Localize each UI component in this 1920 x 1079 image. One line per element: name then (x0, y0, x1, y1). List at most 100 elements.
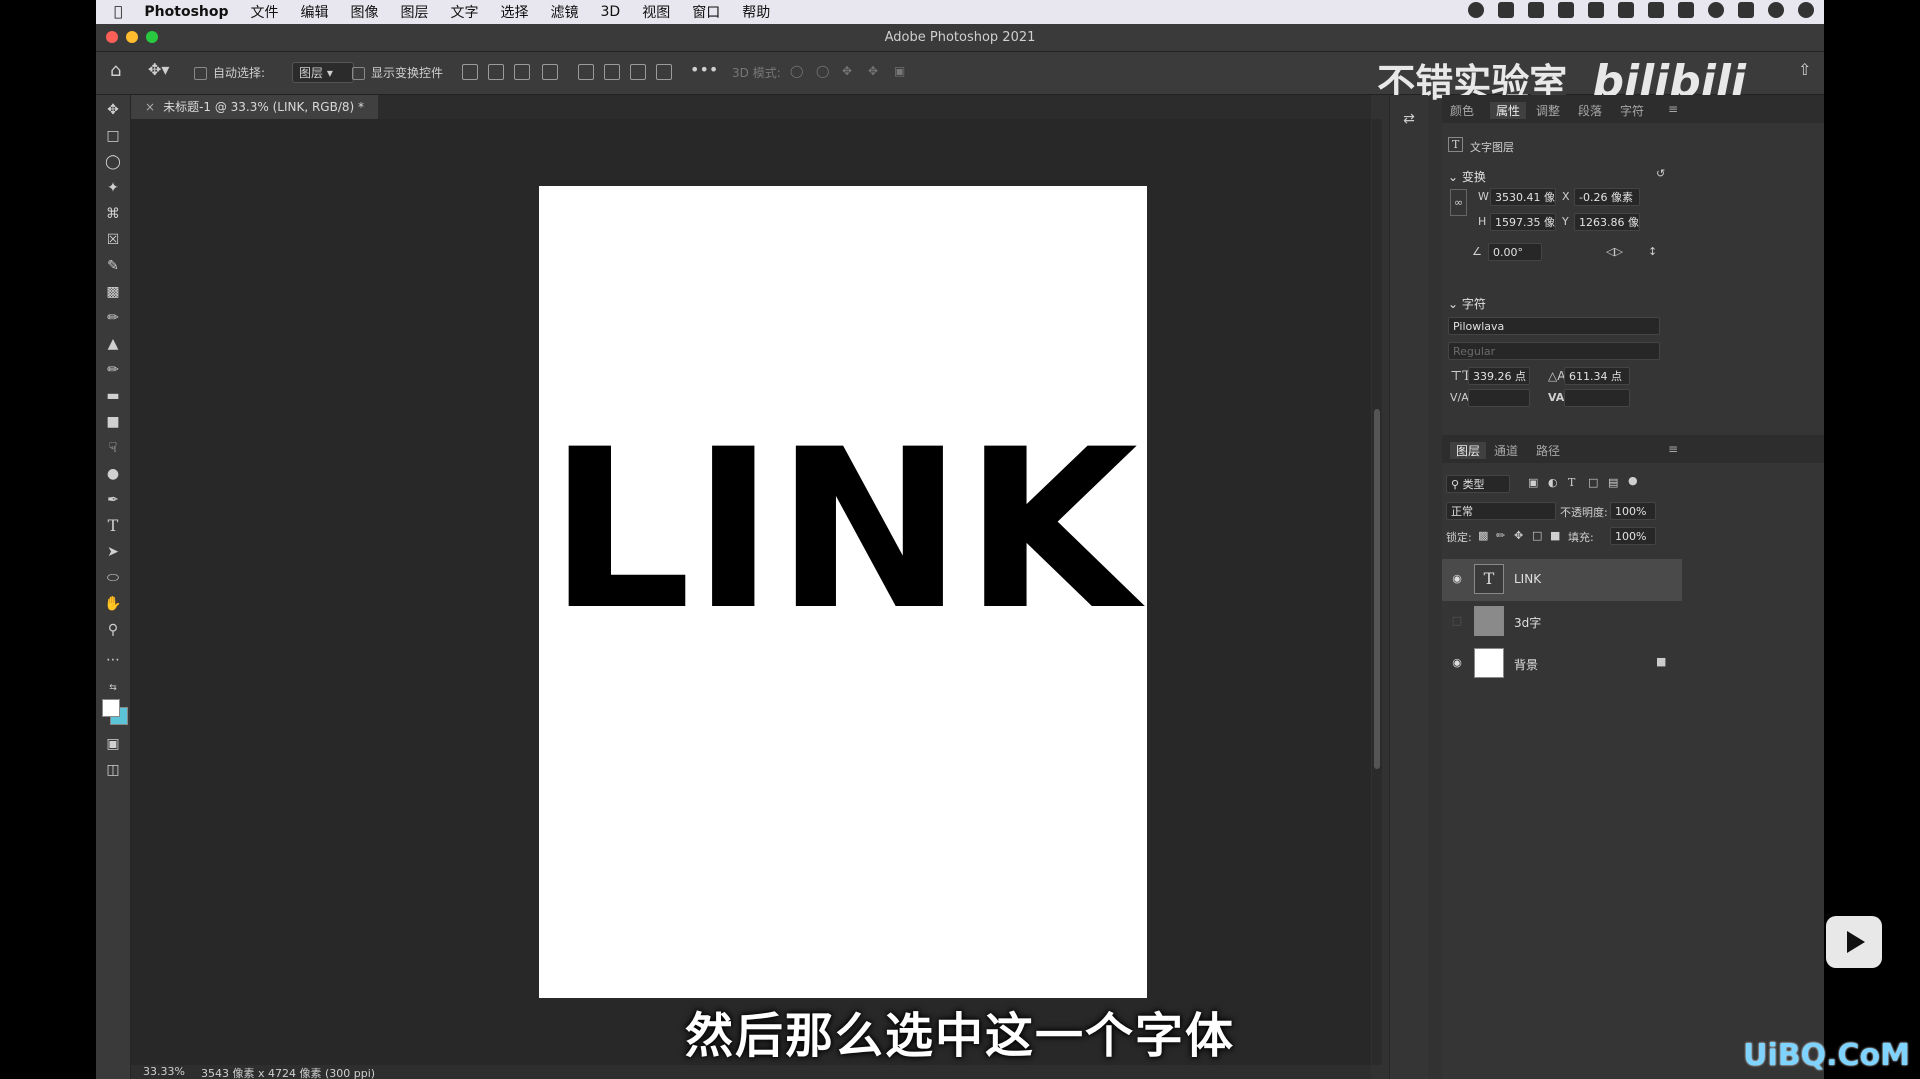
edit-toolbar-icon[interactable]: ⋯ (104, 651, 122, 669)
layer-filter-dropdown[interactable]: ⚲ 类型 (1446, 475, 1510, 493)
healing-brush-tool-icon[interactable]: ▩ (104, 283, 122, 301)
lock-transparent-icon[interactable]: ▩ (1478, 529, 1488, 542)
font-style-dropdown[interactable]: Regular (1448, 342, 1660, 360)
tab-paths[interactable]: 路径 (1536, 442, 1560, 459)
filter-toggle-icon[interactable]: ● (1628, 474, 1638, 487)
tab-layers[interactable]: 图层 (1450, 442, 1487, 459)
auto-select-checkbox[interactable]: 自动选择: (194, 64, 265, 81)
move-tool-icon[interactable]: ✥ (104, 101, 122, 119)
3d-slide-icon[interactable]: ✥ (868, 64, 878, 78)
3d-scale-icon[interactable]: ▣ (894, 64, 905, 78)
smudge-tool-icon[interactable]: ☟ (104, 439, 122, 457)
layer-row-link[interactable]: ◉ T LINK (1442, 559, 1682, 601)
hand-tool-icon[interactable]: ✋ (104, 595, 122, 613)
width-field[interactable]: 3530.41 像素 (1490, 188, 1556, 206)
brush-tool-icon[interactable]: ✏ (104, 309, 122, 327)
tab-character[interactable]: 字符 (1620, 102, 1644, 119)
menu-filter[interactable]: 滤镜 (551, 2, 579, 22)
tab-paragraph[interactable]: 段落 (1578, 102, 1602, 119)
bluetooth-icon[interactable] (1588, 2, 1604, 18)
stamp-tool-icon[interactable]: ▲ (104, 335, 122, 353)
menu-window[interactable]: 窗口 (692, 2, 720, 22)
lock-pixels-icon[interactable]: ✏ (1496, 529, 1505, 542)
home-icon[interactable]: ⌂ (110, 60, 121, 81)
distribute-vertical-icon[interactable] (656, 64, 672, 80)
layer-visibility-eye-icon[interactable]: ◉ (1450, 572, 1464, 586)
link-dimensions-icon[interactable]: ∞ (1450, 189, 1468, 216)
battery-icon[interactable] (1648, 2, 1664, 18)
3d-roll-icon[interactable]: ◯ (816, 64, 829, 78)
menu-edit[interactable]: 编辑 (301, 2, 329, 22)
align-bottom-icon[interactable] (630, 64, 646, 80)
leading-field[interactable]: 611.34 点 (1564, 367, 1630, 385)
filter-smart-object-icon[interactable]: ▤ (1608, 476, 1618, 489)
eraser-tool-icon[interactable]: ▬ (104, 387, 122, 405)
flip-horizontal-icon[interactable]: ◁▷ (1606, 245, 1623, 258)
filter-pixel-icon[interactable]: ▣ (1528, 476, 1538, 489)
menu-layer[interactable]: 图层 (401, 2, 429, 22)
font-size-field[interactable]: 339.26 点 (1468, 367, 1530, 385)
history-panel-icon[interactable]: ⇄ (1400, 111, 1418, 129)
spotlight-search-icon[interactable] (1708, 2, 1724, 18)
canvas-area[interactable]: LINK (131, 119, 1371, 1065)
layer-name[interactable]: 背景 (1514, 656, 1538, 673)
x-field[interactable]: -0.26 像素 (1574, 188, 1640, 206)
input-method-icon[interactable] (1618, 2, 1634, 18)
menu-type[interactable]: 文字 (451, 2, 479, 22)
menu-app-name[interactable]: Photoshop (144, 4, 228, 20)
layer-name[interactable]: 3d字 (1514, 614, 1541, 631)
magic-wand-tool-icon[interactable]: ✦ (104, 179, 122, 197)
tab-color[interactable]: 颜色 (1450, 102, 1474, 119)
transform-section-title[interactable]: ⌄ 变换 (1448, 168, 1486, 185)
panel-menu-icon[interactable]: ≡ (1668, 102, 1678, 116)
height-field[interactable]: 1597.35 像素 (1490, 213, 1556, 231)
fill-field[interactable]: 100% (1610, 527, 1656, 545)
menu-view[interactable]: 视图 (642, 2, 670, 22)
clock-icon[interactable] (1798, 2, 1814, 18)
3d-drag-icon[interactable]: ✥ (842, 64, 852, 78)
layer-row-3d[interactable]: □ 3d字 (1442, 601, 1682, 643)
3d-orbit-icon[interactable]: ◯ (790, 64, 803, 78)
tracking-field[interactable] (1468, 389, 1530, 407)
crop-tool-icon[interactable]: ⌘ (104, 205, 122, 223)
auto-select-dropdown[interactable]: 图层 ▾ (292, 62, 354, 83)
opacity-field[interactable]: 100% (1610, 502, 1656, 520)
menu-select[interactable]: 选择 (501, 2, 529, 22)
reset-transform-icon[interactable]: ↺ (1656, 167, 1665, 180)
zoom-level[interactable]: 33.33% (143, 1065, 185, 1078)
swap-colors-icon[interactable]: ⇆ (104, 679, 122, 697)
frame-tool-icon[interactable]: ☒ (104, 231, 122, 249)
control-center-icon[interactable] (1738, 2, 1754, 18)
tab-channels[interactable]: 通道 (1494, 442, 1518, 459)
eyedropper-tool-icon[interactable]: ✎ (104, 257, 122, 275)
move-tool-preset-icon[interactable]: ✥▾ (148, 60, 169, 79)
align-middle-icon[interactable] (604, 64, 620, 80)
scrollbar-thumb[interactable] (1374, 409, 1380, 769)
angle-field[interactable]: 0.00° (1488, 243, 1542, 261)
window-grid-icon[interactable] (1498, 2, 1514, 18)
history-brush-tool-icon[interactable]: ✏ (104, 361, 122, 379)
screen-mode-icon[interactable]: ◫ (104, 761, 122, 779)
menu-image[interactable]: 图像 (351, 2, 379, 22)
distribute-icon[interactable] (542, 64, 558, 80)
path-selection-tool-icon[interactable]: ➤ (104, 543, 122, 561)
document-info[interactable]: 3543 像素 x 4724 像素 (300 ppi) (201, 1065, 375, 1079)
siri-icon[interactable] (1768, 2, 1784, 18)
blend-mode-dropdown[interactable]: 正常 (1446, 502, 1556, 520)
layer-visibility-eye-icon[interactable]: ◉ (1450, 656, 1464, 670)
document-canvas[interactable]: LINK (539, 186, 1147, 998)
lock-all-icon[interactable]: ■ (1550, 529, 1560, 542)
more-options-icon[interactable]: ••• (690, 60, 718, 79)
pen-tool-icon[interactable]: ✒ (104, 491, 122, 509)
creative-cloud-icon[interactable] (1468, 2, 1484, 18)
zoom-tool-icon[interactable]: ⚲ (104, 621, 122, 639)
layer-visibility-eye-icon[interactable]: □ (1450, 614, 1464, 628)
menu-file[interactable]: 文件 (251, 2, 279, 22)
flip-vertical-icon[interactable]: ↕ (1648, 245, 1657, 258)
foreground-color-swatch[interactable] (102, 699, 120, 717)
ellipse-tool-icon[interactable]: ⬭ (104, 569, 122, 587)
show-transform-checkbox[interactable]: 显示变换控件 (352, 64, 443, 81)
bilibili-play-button[interactable] (1826, 916, 1882, 968)
marquee-tool-icon[interactable]: □ (104, 127, 122, 145)
wifi-icon[interactable] (1678, 2, 1694, 18)
